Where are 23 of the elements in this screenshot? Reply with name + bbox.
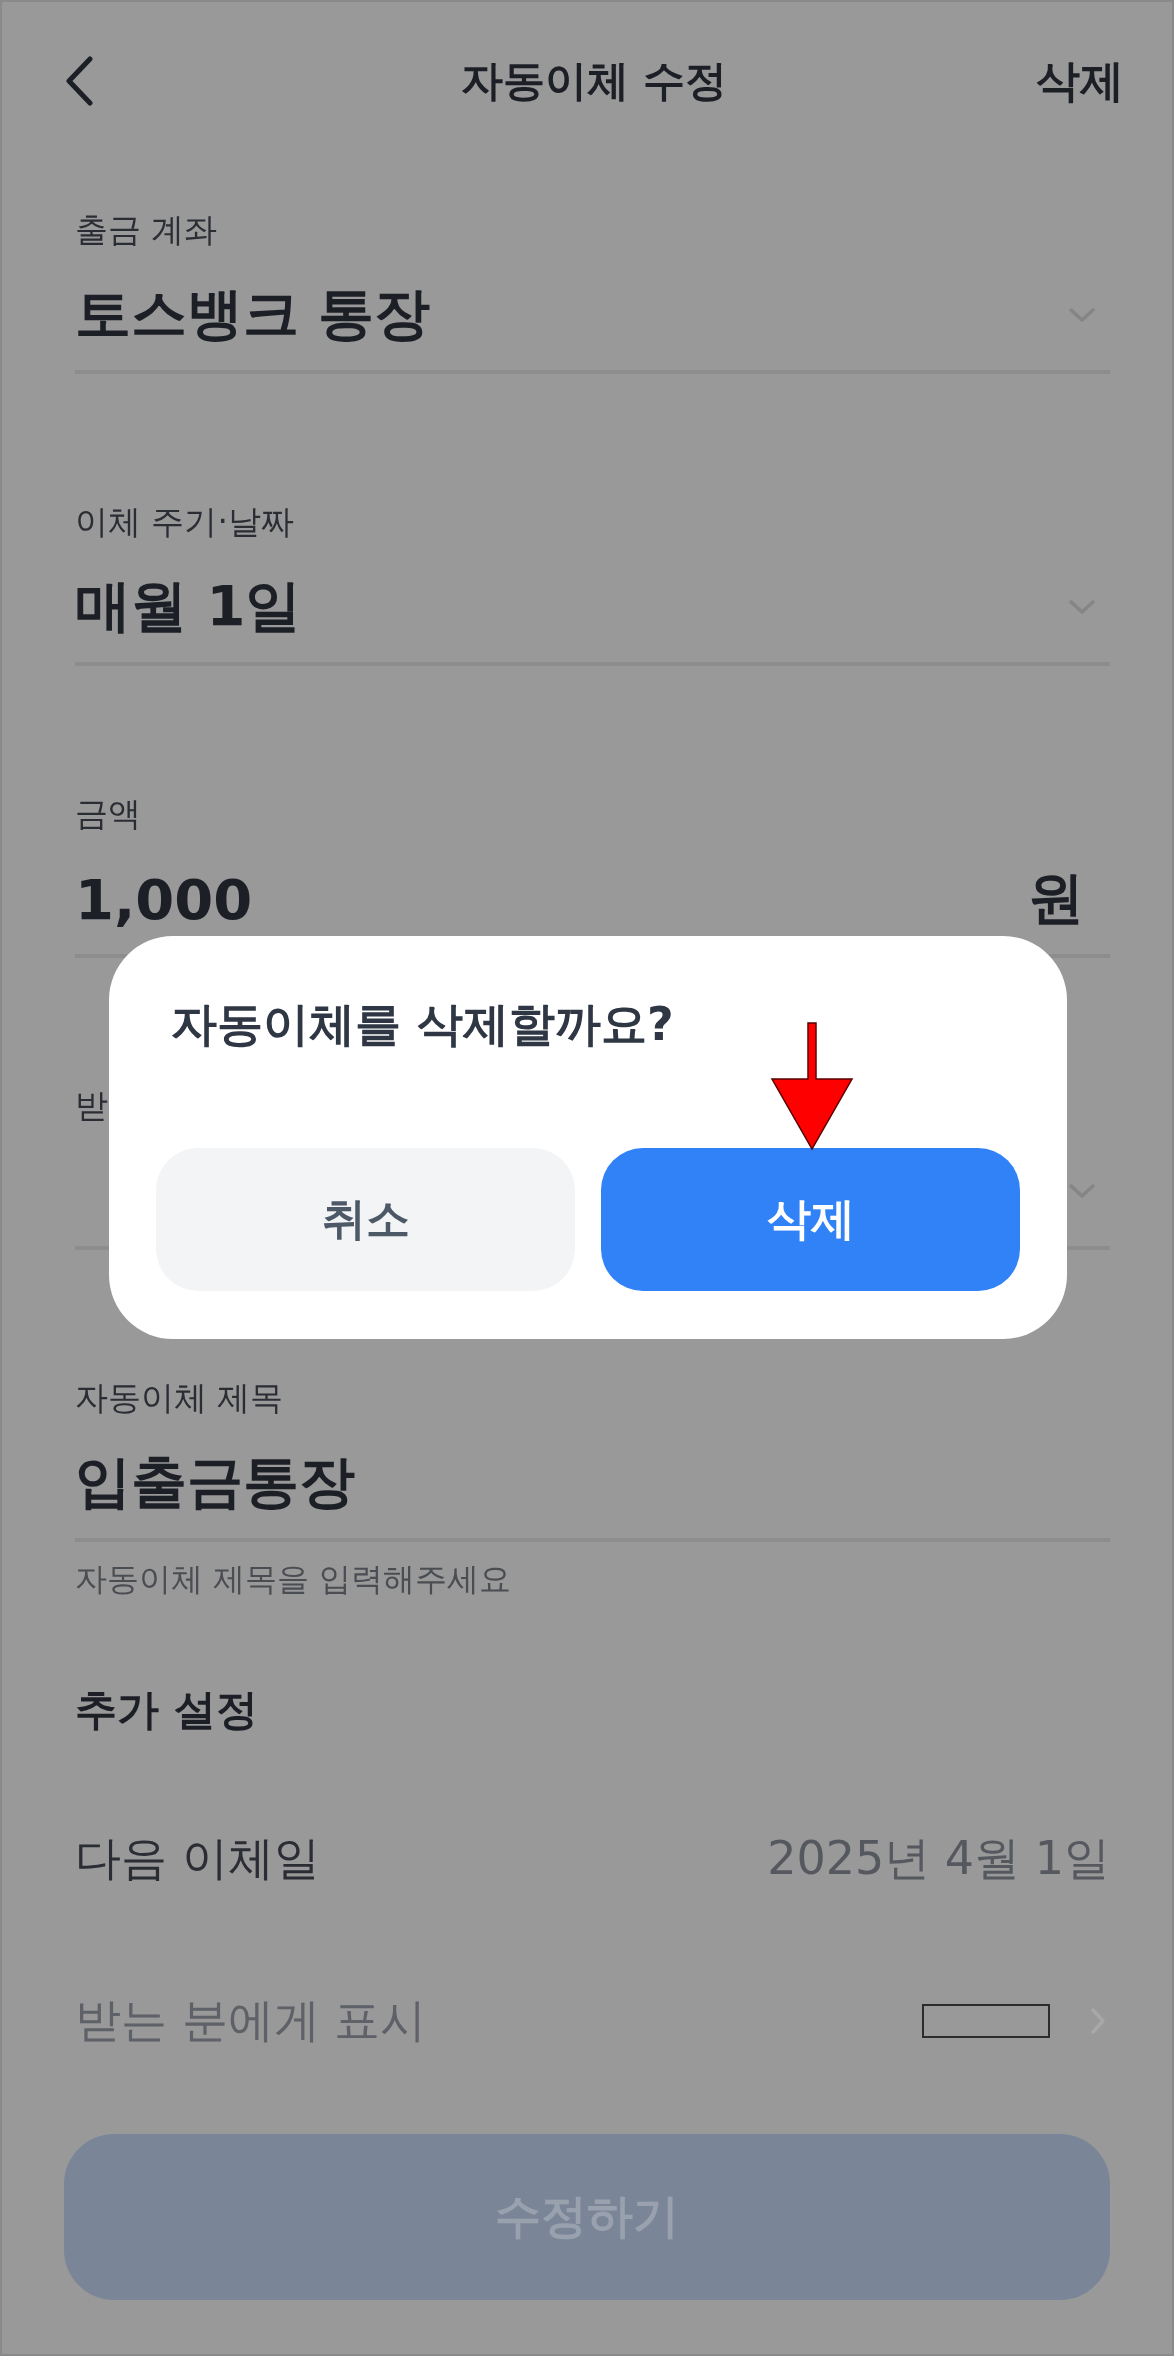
back-icon[interactable] [64,56,94,106]
dialog-title: 자동이체를 삭제할까요? [171,996,675,1053]
helper-text: 자동이체 제목을 입력해주세요 [75,1559,513,1600]
section-title: 추가 설정 [75,1684,259,1736]
confirm-button[interactable]: 삭제 [601,1148,1020,1291]
field-label: 출금 계좌 [75,210,219,250]
delete-link[interactable]: 삭제 [1036,51,1124,111]
select-value: 토스뱅크 통장 [75,280,431,348]
currency-unit: 원 [1028,864,1084,932]
setting-label: 다음 이체일 [75,1830,320,1887]
arrow-icon [770,1021,854,1151]
field-label: 받 [75,1086,109,1126]
field-label: 자동이체 제목 [75,1378,285,1418]
field-label: 금액 [75,794,142,834]
cancel-button[interactable]: 취소 [156,1148,575,1291]
input-field[interactable]: 입출금통장 [75,1445,355,1521]
setting-label: 받는 분에게 표시 [75,1992,427,2049]
select-value: 매월 1일 [75,572,302,640]
field-label: 이체 주기·날짜 [75,502,295,542]
setting-value: 2025년 4월 1일 [767,1830,1110,1887]
amount-value[interactable]: 1,000 [75,866,253,932]
screen-title: 자동이체 수정 [460,55,728,107]
chevron-down-icon[interactable] [1068,1183,1096,1199]
